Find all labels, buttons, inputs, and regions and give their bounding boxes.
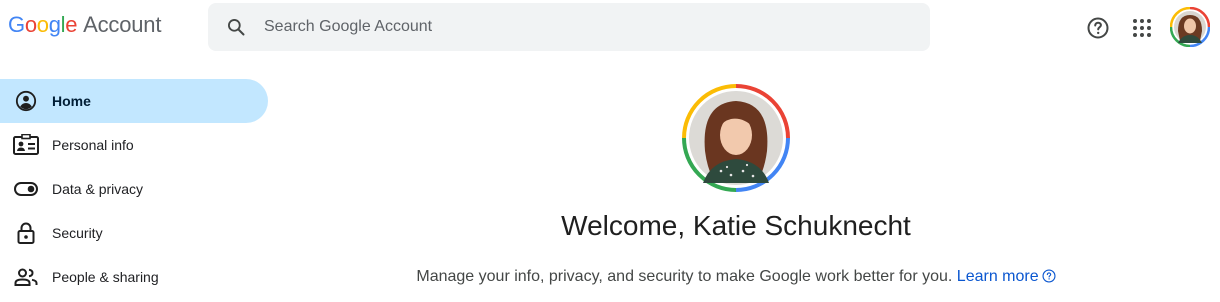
people-icon xyxy=(0,255,52,299)
sidebar-item-label: Security xyxy=(52,225,103,241)
welcome-subtitle: Manage your info, privacy, and security … xyxy=(380,268,1092,288)
sidebar-item-security[interactable]: Security xyxy=(0,211,268,255)
google-logo: Google xyxy=(8,12,78,37)
sidebar-item-label: Personal info xyxy=(52,137,134,153)
subtitle-text: Manage your info, privacy, and security … xyxy=(416,268,953,285)
search-bar[interactable] xyxy=(208,3,930,51)
lock-icon xyxy=(0,211,52,255)
product-name: Account xyxy=(83,12,162,37)
toggle-icon xyxy=(0,167,52,211)
learn-more-link[interactable]: Learn more xyxy=(957,268,1039,285)
sidebar-item-personal-info[interactable]: Personal info xyxy=(0,123,268,167)
sidebar-item-label: People & sharing xyxy=(52,269,159,285)
search-input[interactable] xyxy=(264,3,930,51)
apps-icon[interactable] xyxy=(1124,10,1160,46)
id-card-icon xyxy=(0,123,52,167)
account-avatar[interactable] xyxy=(1169,6,1211,48)
help-icon[interactable] xyxy=(1080,10,1116,46)
google-account-logo[interactable]: Google Account xyxy=(8,12,161,44)
sidebar-item-home[interactable]: Home xyxy=(0,79,268,123)
info-icon[interactable] xyxy=(1042,269,1056,288)
welcome-heading: Welcome, Katie Schuknecht xyxy=(561,210,911,241)
sidebar-item-people-sharing[interactable]: People & sharing xyxy=(0,255,268,299)
sidebar-item-label: Home xyxy=(52,93,91,109)
home-icon xyxy=(0,79,52,123)
profile-photo[interactable] xyxy=(681,83,791,193)
sidebar-nav: Home Personal info Data & privacy Securi… xyxy=(0,79,268,299)
search-icon[interactable] xyxy=(208,3,264,51)
top-bar: Google Account xyxy=(0,0,1220,56)
sidebar-item-data-privacy[interactable]: Data & privacy xyxy=(0,167,268,211)
sidebar-item-label: Data & privacy xyxy=(52,181,144,197)
